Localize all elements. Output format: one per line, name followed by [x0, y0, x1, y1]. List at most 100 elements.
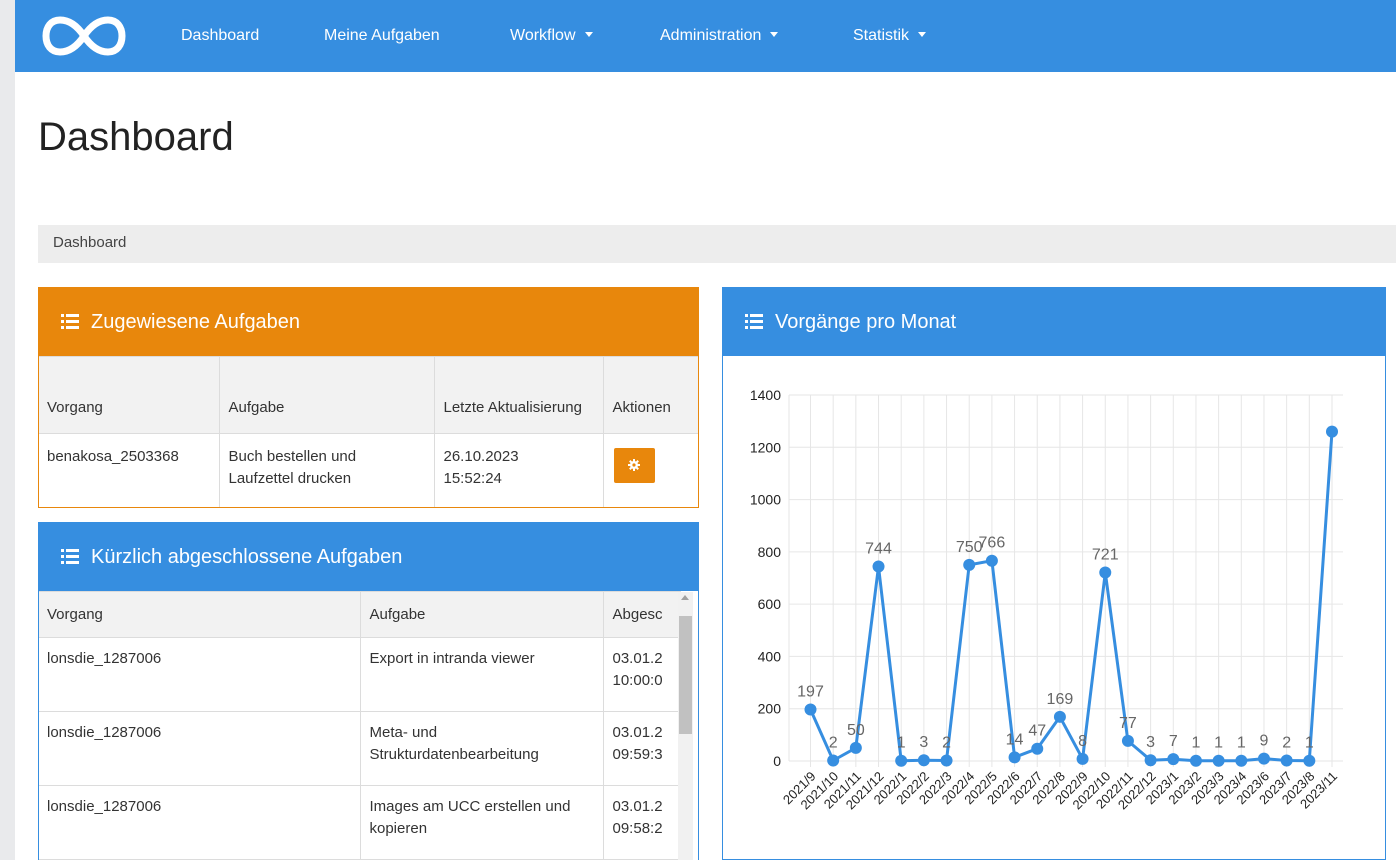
caret-down-icon — [918, 32, 927, 37]
cell-vorgang[interactable]: benakosa_2503368 — [39, 433, 220, 507]
scroll-up-arrow-icon[interactable] — [681, 595, 689, 600]
cell-abgeschlossen: 03.01.2 09:59:3 — [602, 711, 681, 786]
nav-administration[interactable]: Administration — [660, 27, 779, 45]
list-icon — [61, 314, 79, 329]
data-point — [872, 560, 885, 573]
cell-vorgang[interactable]: lonsdie_1287006 — [39, 785, 361, 860]
nav-statistik-label: Statistik — [853, 27, 910, 44]
data-point — [1121, 734, 1134, 747]
column-header-aufgabe[interactable]: Aufgabe — [218, 356, 435, 434]
scrollbar-thumb[interactable] — [679, 616, 692, 734]
chart-panel-title: Vorgänge pro Monat — [775, 311, 957, 333]
cell-date: 03.01.2 — [612, 798, 663, 815]
data-point — [1257, 752, 1270, 765]
series-line — [809, 431, 1334, 763]
data-point — [1189, 754, 1202, 767]
y-tick-label: 1000 — [750, 492, 781, 508]
completed-tasks-title: Kürzlich abgeschlossene Aufgaben — [91, 546, 403, 568]
nav-meine-aufgaben-label: Meine Aufgaben — [324, 27, 440, 44]
data-point — [1008, 751, 1021, 764]
data-label: 2 — [1282, 734, 1291, 751]
column-header-letzte-aktualisierung[interactable]: Letzte Aktualisierung — [433, 356, 604, 434]
column-header-aktionen: Aktionen — [602, 356, 698, 434]
table-row: lonsdie_1287006 Meta- und Strukturdatenb… — [39, 711, 681, 786]
data-point — [1167, 753, 1180, 766]
cell-aufgabe[interactable]: Buch bestellen und Laufzettel drucken — [218, 433, 435, 507]
cell-time: 15:52:24 — [443, 470, 502, 487]
caret-down-icon — [770, 32, 779, 37]
cell-aufgabe[interactable]: Meta- und Strukturdatenbearbeitung — [359, 711, 604, 786]
page-title: Dashboard — [38, 115, 234, 159]
assigned-tasks-panel: Zugewiesene Aufgaben Vorgang Aufgabe Let… — [38, 287, 699, 508]
data-point — [1031, 742, 1044, 755]
data-label: 7 — [1169, 733, 1178, 750]
data-point — [1053, 710, 1066, 723]
y-tick-label: 200 — [758, 701, 782, 717]
data-label: 169 — [1047, 691, 1074, 708]
cell-vorgang[interactable]: lonsdie_1287006 — [39, 711, 361, 786]
data-point — [985, 554, 998, 567]
table-row: lonsdie_1287006 Images am UCC erstellen … — [39, 785, 681, 860]
data-label: 197 — [797, 683, 824, 700]
data-point — [917, 754, 930, 767]
nav-workflow[interactable]: Workflow — [510, 27, 593, 45]
task-action-button[interactable] — [613, 448, 655, 483]
cell-abgeschlossen: 03.01.2 10:00:0 — [602, 637, 681, 712]
cell-time: 09:58:2 — [612, 820, 663, 837]
monthly-processes-chart: 02004006008001000120014001972507441 3 2750… — [750, 387, 1343, 812]
column-header-aufgabe[interactable]: Aufgabe — [359, 591, 604, 638]
data-point — [1235, 754, 1248, 767]
cell-date: 03.01.2 — [612, 724, 663, 741]
data-label: 1 — [1237, 735, 1246, 752]
column-header-abgeschlossen[interactable]: Abgesc — [602, 591, 681, 638]
cell-vorgang[interactable]: lonsdie_1287006 — [39, 637, 361, 712]
cell-time: 10:00:0 — [612, 672, 663, 689]
data-point — [1326, 425, 1338, 438]
data-label: 77 — [1119, 715, 1137, 732]
breadcrumb-item[interactable]: Dashboard — [53, 234, 126, 251]
data-label: 8 — [1078, 733, 1087, 750]
cell-aktionen — [602, 433, 698, 507]
cell-aufgabe[interactable]: Export in intranda viewer — [359, 637, 604, 712]
data-point — [1144, 754, 1157, 767]
data-label: 3 — [1146, 734, 1155, 751]
assigned-tasks-header: Zugewiesene Aufgaben — [39, 288, 698, 356]
list-icon — [745, 314, 763, 329]
data-label: 3 — [919, 734, 928, 751]
table-header-row: Vorgang Aufgabe Abgesc — [39, 591, 681, 638]
top-navbar: Dashboard Meine Aufgaben Workflow Admini… — [15, 0, 1396, 72]
data-point — [895, 754, 908, 767]
data-point — [1099, 566, 1112, 579]
cell-aufgabe[interactable]: Images am UCC erstellen und kopieren — [359, 785, 604, 860]
nav-statistik[interactable]: Statistik — [853, 27, 927, 45]
data-point — [1280, 754, 1293, 767]
completed-tasks-table: Vorgang Aufgabe Abgesc lonsdie_1287006 E… — [39, 591, 681, 860]
nav-meine-aufgaben[interactable]: Meine Aufgaben — [324, 27, 440, 45]
data-label: 744 — [865, 540, 892, 557]
nav-dashboard[interactable]: Dashboard — [181, 27, 259, 45]
column-header-vorgang[interactable]: Vorgang — [39, 356, 220, 434]
data-point — [1076, 752, 1089, 765]
cell-abgeschlossen: 03.01.2 09:58:2 — [602, 785, 681, 860]
nav-dashboard-label: Dashboard — [181, 27, 260, 44]
nav-workflow-label: Workflow — [510, 27, 576, 44]
data-label: 1 — [1214, 735, 1223, 752]
completed-tasks-header: Kürzlich abgeschlossene Aufgaben — [39, 523, 698, 591]
cell-date: 26.10.2023 — [443, 448, 519, 465]
data-point — [940, 754, 953, 767]
table-scrollbar[interactable] — [678, 592, 693, 860]
data-label: 47 — [1028, 723, 1046, 740]
caret-down-icon — [584, 32, 593, 37]
cell-letzte-aktualisierung: 26.10.2023 15:52:24 — [433, 433, 604, 507]
y-tick-label: 0 — [773, 753, 781, 769]
data-label: 1 — [1192, 735, 1201, 752]
gear-icon — [627, 459, 640, 471]
left-edge-strip — [0, 0, 15, 860]
y-tick-label: 600 — [758, 596, 782, 612]
data-label: 766 — [979, 535, 1006, 552]
infinity-logo-icon[interactable] — [40, 6, 128, 66]
completed-tasks-panel: Kürzlich abgeschlossene Aufgaben Vorgang… — [38, 522, 699, 860]
chart-panel-header: Vorgänge pro Monat — [723, 288, 1385, 356]
column-header-vorgang[interactable]: Vorgang — [39, 591, 361, 638]
assigned-tasks-title: Zugewiesene Aufgaben — [91, 311, 301, 333]
